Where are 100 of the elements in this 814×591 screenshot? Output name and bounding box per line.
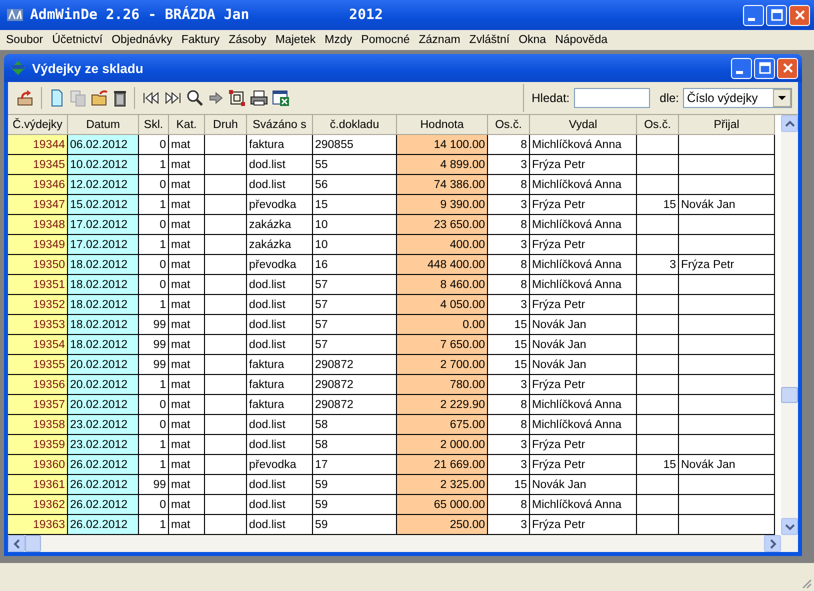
table-cell: 8 (488, 275, 530, 295)
table-cell: Michlíčková Anna (530, 135, 637, 155)
column-header[interactable]: Přijal (679, 115, 775, 135)
column-header[interactable]: Datum (68, 115, 139, 135)
horizontal-scrollbar[interactable] (8, 535, 798, 552)
table-cell: Michlíčková Anna (530, 255, 637, 275)
search-icon[interactable] (186, 89, 204, 107)
table-cell: 12.02.2012 (68, 175, 139, 195)
maximize-button[interactable] (766, 4, 787, 26)
table-cell: mat (169, 195, 205, 215)
menu-item[interactable]: Pomocné (361, 34, 410, 46)
scroll-thumb[interactable] (25, 535, 41, 552)
scroll-thumb[interactable] (781, 387, 798, 403)
table-cell: dod.list (247, 315, 313, 335)
resize-grip-icon[interactable] (800, 577, 812, 589)
column-header[interactable]: Vydal (530, 115, 637, 135)
column-header[interactable]: Skl. (139, 115, 169, 135)
trash-icon[interactable] (113, 89, 127, 107)
table-cell: 15 (313, 195, 397, 215)
table-cell: mat (169, 315, 205, 335)
column-header[interactable]: Hodnota (397, 115, 488, 135)
menu-item[interactable]: Soubor (6, 34, 44, 46)
chevron-down-icon (784, 522, 794, 530)
close-button[interactable] (789, 4, 810, 26)
folder-icon[interactable] (91, 89, 109, 107)
minimize-button[interactable] (743, 4, 764, 26)
table-cell: 17 (313, 455, 397, 475)
table-cell: 18.02.2012 (68, 275, 139, 295)
table-cell: zakázka (247, 215, 313, 235)
column-header[interactable]: Druh (205, 115, 247, 135)
table-cell: 57 (313, 295, 397, 315)
table-cell: 57 (313, 335, 397, 355)
table-cell: 0 (139, 275, 169, 295)
column-header[interactable]: Os.č. (637, 115, 679, 135)
close-button[interactable] (777, 58, 798, 78)
table-cell: Michlíčková Anna (530, 495, 637, 515)
table-cell: Novák Jan (679, 455, 775, 475)
menu-item[interactable]: Zvláštní (469, 34, 510, 46)
printer-icon[interactable] (250, 89, 268, 107)
table-cell: převodka (247, 255, 313, 275)
table-cell: 21 669.00 (397, 455, 488, 475)
menu-item[interactable]: Objednávky (112, 34, 172, 46)
table-cell: 19345 (8, 155, 68, 175)
table-cell: mat (169, 495, 205, 515)
refresh-icon[interactable] (16, 89, 34, 107)
table-cell: 59 (313, 475, 397, 495)
table-cell: 23.02.2012 (68, 415, 139, 435)
scroll-right-button[interactable] (764, 535, 781, 552)
table-cell: 19350 (8, 255, 68, 275)
column-header[interactable]: Kat. (169, 115, 205, 135)
scroll-left-button[interactable] (8, 535, 25, 552)
table-cell: 3 (488, 515, 530, 535)
table-cell: 19362 (8, 495, 68, 515)
scroll-down-button[interactable] (781, 518, 798, 535)
menu-item[interactable]: Mzdy (324, 34, 352, 46)
table-cell: 2 000.00 (397, 435, 488, 455)
frame-select-icon[interactable] (228, 89, 246, 107)
first-record-icon[interactable] (142, 90, 160, 106)
spreadsheet-icon[interactable] (272, 89, 290, 107)
menu-item[interactable]: Účetnictví (52, 34, 103, 46)
table-cell: Michlíčková Anna (530, 415, 637, 435)
column-header[interactable]: č.dokladu (313, 115, 397, 135)
chevron-right-icon (768, 538, 776, 548)
table-cell: 0.00 (397, 315, 488, 335)
arrow-right-icon[interactable] (208, 90, 224, 106)
table-cell: mat (169, 135, 205, 155)
menu-item[interactable]: Faktury (181, 34, 220, 46)
menu-item[interactable]: Okna (518, 34, 546, 46)
column-header[interactable]: Č.výdejky (8, 115, 68, 135)
new-document-icon[interactable] (49, 89, 65, 107)
table-cell: 3 (488, 455, 530, 475)
last-record-icon[interactable] (164, 90, 182, 106)
table-cell: 18.02.2012 (68, 255, 139, 275)
column-header[interactable]: Os.č. (488, 115, 530, 135)
table-cell: 19354 (8, 335, 68, 355)
menu-item[interactable]: Záznam (418, 34, 460, 46)
table-cell: Michlíčková Anna (530, 395, 637, 415)
menu-item[interactable]: Nápověda (555, 34, 608, 46)
menu-item[interactable]: Majetek (275, 34, 316, 46)
minimize-button[interactable] (731, 58, 752, 78)
table-cell: 19355 (8, 355, 68, 375)
table-cell: 0 (139, 255, 169, 275)
column-header[interactable]: Svázáno s (247, 115, 313, 135)
table-cell: dod.list (247, 155, 313, 175)
table-cell: 3 (488, 235, 530, 255)
table-cell: 290872 (313, 375, 397, 395)
menu-item[interactable]: Zásoby (228, 34, 266, 46)
vertical-scrollbar[interactable] (781, 115, 798, 535)
search-field[interactable] (574, 88, 650, 108)
table-cell: 8 (488, 135, 530, 155)
table-cell: mat (169, 295, 205, 315)
table-cell: 58 (313, 435, 397, 455)
table-cell: Novák Jan (679, 195, 775, 215)
table-cell: 99 (139, 335, 169, 355)
table-cell: mat (169, 455, 205, 475)
table-cell: 0 (139, 395, 169, 415)
table-cell: 56 (313, 175, 397, 195)
search-by-dropdown[interactable]: Číslo výdejky (683, 88, 792, 108)
scroll-up-button[interactable] (781, 115, 798, 132)
maximize-button[interactable] (754, 58, 775, 78)
